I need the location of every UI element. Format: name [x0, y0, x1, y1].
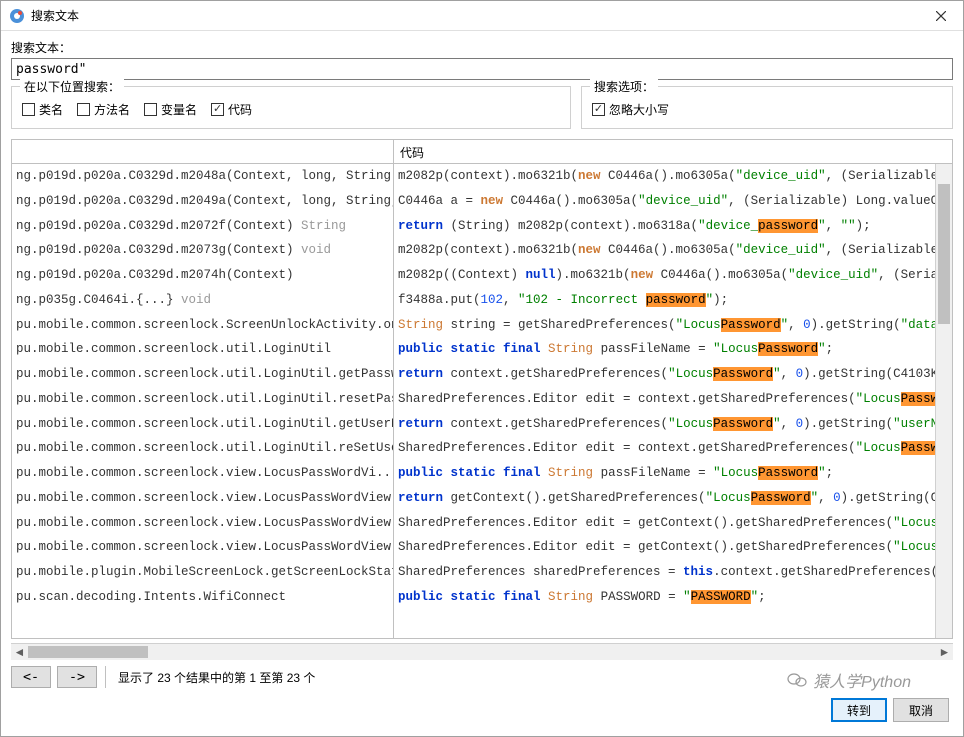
- hscroll-thumb[interactable]: [28, 646, 148, 658]
- list-item[interactable]: ng.p035g.C0464i.{...} void: [12, 288, 393, 313]
- window-title: 搜索文本: [31, 7, 918, 24]
- checkbox-variable[interactable]: 变量名: [144, 101, 197, 118]
- search-locations-group: 在以下位置搜索： 类名 方法名 变量名 代码: [11, 86, 571, 129]
- list-item[interactable]: ng.p019d.p020a.C0329d.m2074h(Context): [12, 263, 393, 288]
- result-locations-list[interactable]: ng.p019d.p020a.C0329d.m2048a(Context, lo…: [12, 164, 393, 638]
- results-panel: ng.p019d.p020a.C0329d.m2048a(Context, lo…: [11, 139, 953, 639]
- list-item[interactable]: pu.mobile.plugin.MobileScreenLock.getScr…: [12, 560, 393, 585]
- code-row[interactable]: return getContext().getSharedPreferences…: [394, 486, 935, 511]
- result-count-status: 显示了 23 个结果中的第 1 至第 23 个: [118, 669, 315, 686]
- code-row[interactable]: return (String) m2082p(context).mo6318a(…: [394, 214, 935, 239]
- list-item[interactable]: pu.mobile.common.screenlock.util.LoginUt…: [12, 362, 393, 387]
- results-left-column: ng.p019d.p020a.C0329d.m2048a(Context, lo…: [12, 140, 394, 638]
- code-row[interactable]: public static final String passFileName …: [394, 461, 935, 486]
- list-item[interactable]: pu.mobile.common.screenlock.view.LocusPa…: [12, 461, 393, 486]
- go-button[interactable]: 转到: [831, 698, 887, 722]
- list-item[interactable]: ng.p019d.p020a.C0329d.m2049a(Context, lo…: [12, 189, 393, 214]
- horizontal-scrollbar[interactable]: ◄ ►: [11, 643, 953, 660]
- checkbox-ignorecase[interactable]: 忽略大小写: [592, 101, 669, 118]
- code-row[interactable]: m2082p(context).mo6321b(new C0446a().mo6…: [394, 164, 935, 189]
- scroll-thumb[interactable]: [938, 184, 950, 324]
- code-row[interactable]: m2082p(context).mo6321b(new C0446a().mo6…: [394, 238, 935, 263]
- results-right-column: 代码 m2082p(context).mo6321b(new C0446a().…: [394, 140, 952, 638]
- code-snippets-list[interactable]: m2082p(context).mo6321b(new C0446a().mo6…: [394, 164, 935, 638]
- search-options-group: 搜索选项： 忽略大小写: [581, 86, 953, 129]
- code-header: 代码: [394, 140, 952, 164]
- code-row[interactable]: return context.getSharedPreferences("Loc…: [394, 362, 935, 387]
- code-row[interactable]: SharedPreferences.Editor edit = getConte…: [394, 511, 935, 536]
- titlebar: 搜索文本: [1, 1, 963, 31]
- code-row[interactable]: SharedPreferences.Editor edit = getConte…: [394, 535, 935, 560]
- code-row[interactable]: SharedPreferences.Editor edit = context.…: [394, 436, 935, 461]
- code-row[interactable]: SharedPreferences.Editor edit = context.…: [394, 387, 935, 412]
- scroll-left-icon[interactable]: ◄: [11, 644, 28, 661]
- search-input[interactable]: [11, 58, 953, 80]
- left-header: [12, 140, 393, 164]
- nav-back-button[interactable]: <-: [11, 666, 51, 688]
- list-item[interactable]: pu.mobile.common.screenlock.util.LoginUt…: [12, 436, 393, 461]
- list-item[interactable]: pu.mobile.common.screenlock.view.LocusPa…: [12, 511, 393, 536]
- checkbox-method[interactable]: 方法名: [77, 101, 130, 118]
- list-item[interactable]: ng.p019d.p020a.C0329d.m2072f(Context) St…: [12, 214, 393, 239]
- scroll-right-icon[interactable]: ►: [936, 644, 953, 661]
- code-row[interactable]: C0446a a = new C0446a().mo6305a("device_…: [394, 189, 935, 214]
- list-item[interactable]: pu.mobile.common.screenlock.view.LocusPa…: [12, 486, 393, 511]
- nav-forward-button[interactable]: ->: [57, 666, 97, 688]
- code-row[interactable]: m2082p((Context) null).mo6321b(new C0446…: [394, 263, 935, 288]
- list-item[interactable]: pu.mobile.common.screenlock.util.LoginUt…: [12, 412, 393, 437]
- list-item[interactable]: pu.mobile.common.screenlock.util.LoginUt…: [12, 387, 393, 412]
- separator: [105, 666, 106, 688]
- checkbox-code[interactable]: 代码: [211, 101, 252, 118]
- search-label: 搜索文本：: [11, 39, 953, 56]
- app-icon: [9, 8, 25, 24]
- list-item[interactable]: pu.scan.decoding.Intents.WifiConnect: [12, 585, 393, 610]
- list-item[interactable]: ng.p019d.p020a.C0329d.m2073g(Context) vo…: [12, 238, 393, 263]
- code-row[interactable]: public static final String passFileName …: [394, 337, 935, 362]
- vertical-scrollbar[interactable]: [935, 164, 952, 638]
- code-row[interactable]: SharedPreferences sharedPreferences = th…: [394, 560, 935, 585]
- locations-legend: 在以下位置搜索：: [20, 78, 124, 95]
- code-row[interactable]: return context.getSharedPreferences("Loc…: [394, 412, 935, 437]
- code-row[interactable]: f3488a.put(102, "102 - Incorrect passwor…: [394, 288, 935, 313]
- code-row[interactable]: public static final String PASSWORD = "P…: [394, 585, 935, 610]
- list-item[interactable]: pu.mobile.common.screenlock.ScreenUnlock…: [12, 313, 393, 338]
- code-row[interactable]: String string = getSharedPreferences("Lo…: [394, 313, 935, 338]
- cancel-button[interactable]: 取消: [893, 698, 949, 722]
- checkbox-class[interactable]: 类名: [22, 101, 63, 118]
- list-item[interactable]: pu.mobile.common.screenlock.util.LoginUt…: [12, 337, 393, 362]
- close-button[interactable]: [918, 1, 963, 31]
- list-item[interactable]: ng.p019d.p020a.C0329d.m2048a(Context, lo…: [12, 164, 393, 189]
- options-legend: 搜索选项：: [590, 78, 658, 95]
- list-item[interactable]: pu.mobile.common.screenlock.view.LocusPa…: [12, 535, 393, 560]
